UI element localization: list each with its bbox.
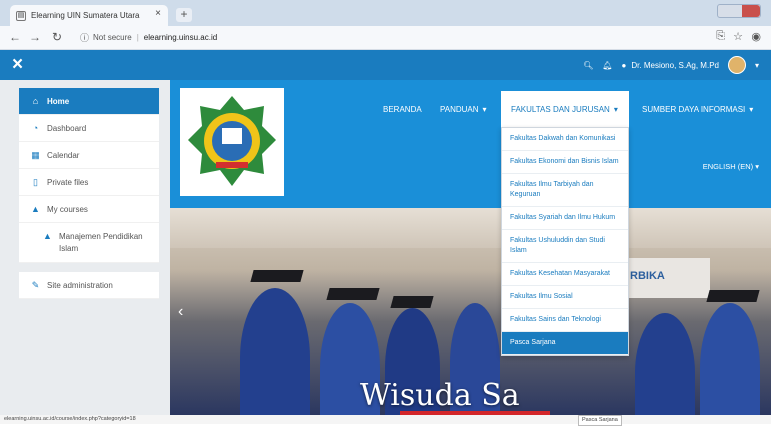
dropdown-item[interactable]: Fakultas Ekonomi dan Bisnis Islam	[502, 151, 628, 174]
graduation-cap-icon: ▲	[31, 204, 40, 214]
hero-title: Wisuda Sa	[360, 378, 520, 413]
sidebar-item-label: Private files	[47, 177, 89, 187]
search-icon[interactable]: 🔍︎	[583, 61, 593, 70]
user-name[interactable]: Dr. Mesiono, S.Ag, M.Pd	[631, 61, 719, 70]
sidebar-item-label: Dashboard	[47, 123, 87, 133]
graduate-figure	[700, 303, 760, 415]
caret-down-icon: ▾	[482, 104, 487, 114]
bookmark-star-icon[interactable]: ☆	[733, 30, 743, 43]
menu-beranda[interactable]: BERANDA	[383, 91, 422, 127]
hero-ceiling	[170, 208, 771, 248]
back-icon[interactable]: ←	[8, 30, 22, 44]
nav-drawer: ⌂ Home ◔ Dashboard ▦ Calendar ▯ Private …	[0, 80, 170, 415]
translate-icon[interactable]: ⎘	[716, 30, 725, 43]
info-icon[interactable]: ⓘ	[80, 31, 89, 44]
caret-down-icon[interactable]: ▾	[755, 61, 759, 70]
window-close-button[interactable]	[742, 5, 760, 17]
browser-tab[interactable]: ▤ Elearning UIN Sumatera Utara ×	[10, 5, 168, 26]
dropdown-item[interactable]: Fakultas Sains dan Teknologi	[502, 309, 628, 332]
sidebar-item-private-files[interactable]: ▯ Private files	[19, 169, 159, 196]
profile-icon[interactable]: ◉	[751, 30, 761, 43]
url-separator: |	[136, 33, 139, 42]
sidebar-item-label: Manajemen Pendidikan Islam	[59, 232, 143, 253]
sidebar-item-my-courses[interactable]: ▲ My courses	[19, 196, 159, 223]
avatar[interactable]	[727, 56, 746, 74]
sidebar-item-label: Home	[47, 96, 70, 106]
logo-emblem-icon	[188, 96, 276, 186]
dashboard-icon: ◔	[32, 123, 39, 133]
dropdown-item[interactable]: Fakultas Ushuluddin dan Studi Islam	[502, 230, 628, 263]
graduation-cap	[706, 290, 760, 302]
sidebar-item-home[interactable]: ⌂ Home	[19, 88, 159, 115]
status-bar: elearning.uinsu.ac.id/course/index.php?c…	[0, 415, 771, 426]
sidebar-item-label: Site administration	[47, 280, 113, 290]
close-tab-icon[interactable]: ×	[155, 8, 161, 19]
caret-down-icon: ▾	[755, 162, 759, 171]
main-region: BERANDA PANDUAN ▾ FAKULTAS DAN JURUSAN ▾…	[170, 80, 771, 415]
sidebar-item-label: Calendar	[47, 150, 80, 160]
dropdown-item[interactable]: Fakultas Dakwah dan Komunikasi	[502, 128, 628, 151]
url-field[interactable]: ⓘ Not secure | elearning.uinsu.ac.id	[80, 29, 700, 46]
dropdown-item-pasca-sarjana[interactable]: Pasca Sarjana	[502, 332, 628, 355]
graduation-cap	[250, 270, 304, 282]
calendar-icon: ▦	[31, 149, 40, 160]
wrench-icon: ✎	[31, 279, 40, 290]
graduate-figure	[240, 288, 310, 415]
language-label: ENGLISH (EN)	[702, 162, 754, 171]
dropdown-item[interactable]: Fakultas Ilmu Tarbiyah dan Keguruan	[502, 174, 628, 207]
nav-block: ⌂ Home ◔ Dashboard ▦ Calendar ▯ Private …	[19, 88, 159, 263]
url-text: elearning.uinsu.ac.id	[143, 33, 218, 42]
reload-icon[interactable]: ↻	[50, 30, 64, 44]
favicon-icon: ▤	[16, 10, 26, 21]
message-icon[interactable]: ●	[622, 61, 627, 70]
not-secure-label: Not secure	[93, 33, 132, 42]
window-controls[interactable]	[717, 4, 761, 18]
site-header: BERANDA PANDUAN ▾ FAKULTAS DAN JURUSAN ▾…	[170, 80, 771, 208]
sidebar-item-calendar[interactable]: ▦ Calendar	[19, 142, 159, 169]
graduation-cap	[326, 288, 380, 300]
home-icon: ⌂	[32, 96, 39, 106]
menu-fakultas[interactable]: FAKULTAS DAN JURUSAN ▾	[501, 91, 629, 127]
hero-slideshow: RBIKA ‹ Wisuda Sa	[170, 208, 771, 415]
admin-block: ✎ Site administration	[19, 272, 159, 299]
sidebar-item-site-administration[interactable]: ✎ Site administration	[19, 272, 159, 299]
dropdown-item[interactable]: Fakultas Kesehatan Masyarakat	[502, 263, 628, 286]
graduation-cap	[390, 296, 434, 308]
bell-icon[interactable]: 🔔︎	[602, 61, 612, 70]
top-navbar: × 🔍︎ 🔔︎ ● Dr. Mesiono, S.Ag, M.Pd ▾	[0, 50, 771, 80]
menu-panduan[interactable]: PANDUAN ▾	[440, 91, 487, 127]
sidebar-item-course[interactable]: ▲ Manajemen Pendidikan Islam	[19, 223, 159, 263]
file-icon: ▯	[33, 176, 38, 187]
fakultas-dropdown: Fakultas Dakwah dan Komunikasi Fakultas …	[501, 127, 629, 356]
graduation-cap-icon: ▲	[43, 231, 52, 241]
menu-label: FAKULTAS DAN JURUSAN	[511, 104, 610, 114]
graduate-figure	[635, 313, 695, 415]
tab-title: Elearning UIN Sumatera Utara	[31, 11, 140, 20]
sidebar-item-dashboard[interactable]: ◔ Dashboard	[19, 115, 159, 142]
status-link-url: elearning.uinsu.ac.id/course/index.php?c…	[4, 416, 136, 422]
menu-sumber-daya[interactable]: SUMBER DAYA INFORMASI ▾	[642, 91, 753, 127]
menu-label: SUMBER DAYA INFORMASI	[642, 104, 746, 114]
close-drawer-icon[interactable]: ×	[12, 54, 23, 76]
caret-down-icon: ▾	[749, 104, 754, 114]
new-tab-button[interactable]: +	[176, 8, 192, 22]
menu-label: BERANDA	[383, 104, 422, 114]
language-selector[interactable]: ENGLISH (EN) ▾	[703, 162, 759, 171]
menu-label: PANDUAN	[440, 104, 479, 114]
uinsu-logo[interactable]	[180, 88, 284, 196]
previous-slide-icon[interactable]: ‹	[178, 303, 183, 321]
caret-down-icon: ▾	[613, 104, 618, 114]
tooltip: Pasca Sarjana	[578, 415, 622, 426]
forward-icon[interactable]: →	[28, 30, 42, 44]
browser-tab-strip: ▤ Elearning UIN Sumatera Utara × +	[0, 0, 771, 26]
sidebar-item-label: My courses	[47, 204, 88, 214]
address-bar: ← → ↻ ⓘ Not secure | elearning.uinsu.ac.…	[0, 26, 771, 50]
dropdown-item[interactable]: Fakultas Ilmu Sosial	[502, 286, 628, 309]
dropdown-item[interactable]: Fakultas Syariah dan Ilmu Hukum	[502, 207, 628, 230]
